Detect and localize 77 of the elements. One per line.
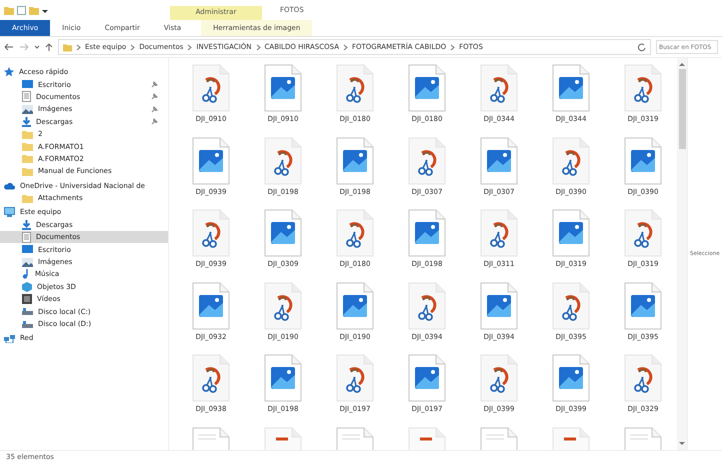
scissors-file-icon[interactable] xyxy=(552,136,590,184)
image-file-icon[interactable] xyxy=(336,282,374,330)
image-file-icon[interactable] xyxy=(480,136,518,184)
refresh-icon[interactable] xyxy=(637,42,646,52)
image-file-icon[interactable] xyxy=(264,64,302,112)
up-arrow-icon[interactable] xyxy=(45,42,53,52)
computer-icon xyxy=(4,207,15,218)
pictures-icon xyxy=(22,258,33,267)
document-icon xyxy=(22,91,31,102)
image-file-icon[interactable] xyxy=(264,209,302,257)
scissors-file-icon[interactable] xyxy=(336,64,374,112)
folder-icon xyxy=(22,194,33,203)
scissors-file-icon[interactable] xyxy=(264,136,302,184)
scissors-file-icon[interactable] xyxy=(480,209,518,257)
folder-icon xyxy=(22,166,33,176)
scissors-file-icon[interactable] xyxy=(336,354,374,402)
scissors-file-icon[interactable] xyxy=(336,209,374,257)
desktop-icon xyxy=(22,80,33,90)
scissors-file-icon[interactable] xyxy=(408,136,446,184)
film-icon xyxy=(22,294,32,304)
scroll-up-icon[interactable] xyxy=(679,62,685,66)
chevron-right-icon xyxy=(450,44,456,50)
scissors-file-icon[interactable] xyxy=(264,282,302,330)
folder-icon xyxy=(22,154,33,164)
star-icon xyxy=(4,67,14,78)
pin-icon[interactable] xyxy=(151,118,158,126)
folder-icon xyxy=(63,42,72,52)
scissors-file-icon[interactable] xyxy=(624,209,662,257)
pin-icon[interactable] xyxy=(151,93,158,100)
image-file-icon[interactable] xyxy=(408,209,446,257)
download-icon xyxy=(22,116,31,127)
scrollbar[interactable] xyxy=(677,58,687,450)
scroll-down-icon[interactable] xyxy=(679,442,685,446)
network-icon xyxy=(4,334,15,343)
scrollbar-thumb[interactable] xyxy=(678,69,686,149)
image-file-icon[interactable] xyxy=(408,354,446,402)
folder-icon xyxy=(4,6,14,14)
scissors-file-icon[interactable] xyxy=(408,282,446,330)
desktop-icon xyxy=(22,245,33,254)
scissors-file-icon[interactable] xyxy=(552,282,590,330)
scissors-file-icon[interactable] xyxy=(624,354,662,402)
image-file-icon[interactable] xyxy=(552,209,590,257)
scissors-file-icon[interactable] xyxy=(480,64,518,112)
back-arrow-icon[interactable] xyxy=(4,43,14,51)
image-file-icon[interactable] xyxy=(408,64,446,112)
image-file-icon[interactable] xyxy=(264,354,302,402)
drive-icon xyxy=(22,308,33,316)
drive-icon xyxy=(22,320,33,328)
cloud-icon xyxy=(4,182,15,190)
chevron-right-icon xyxy=(130,44,136,50)
pin-icon[interactable] xyxy=(151,81,158,88)
image-file-icon[interactable] xyxy=(192,282,230,330)
pictures-icon xyxy=(22,104,33,114)
pin-icon[interactable] xyxy=(151,106,158,113)
document-icon xyxy=(22,232,31,243)
scissors-file-icon[interactable] xyxy=(192,209,230,257)
scissors-file-icon[interactable] xyxy=(480,354,518,402)
download-icon xyxy=(22,220,31,230)
folder-icon xyxy=(22,130,33,139)
chevron-right-icon xyxy=(342,44,348,50)
chevron-down-icon[interactable] xyxy=(34,43,40,51)
image-file-icon[interactable] xyxy=(480,282,518,330)
cube-icon xyxy=(22,282,32,292)
image-file-icon[interactable] xyxy=(552,354,590,402)
scissors-file-icon[interactable] xyxy=(192,354,230,402)
chevron-right-icon xyxy=(256,44,261,50)
image-file-icon[interactable] xyxy=(336,136,374,184)
image-file-icon[interactable] xyxy=(624,136,662,184)
image-file-icon[interactable] xyxy=(624,282,662,330)
chevron-right-icon xyxy=(187,44,192,50)
scissors-file-icon[interactable] xyxy=(192,64,230,112)
image-file-icon[interactable] xyxy=(552,64,590,112)
scissors-file-icon[interactable] xyxy=(624,64,662,112)
chevron-right-icon xyxy=(76,44,81,50)
folder-icon xyxy=(22,142,33,152)
image-file-icon[interactable] xyxy=(192,136,230,184)
music-note-icon xyxy=(22,269,30,280)
